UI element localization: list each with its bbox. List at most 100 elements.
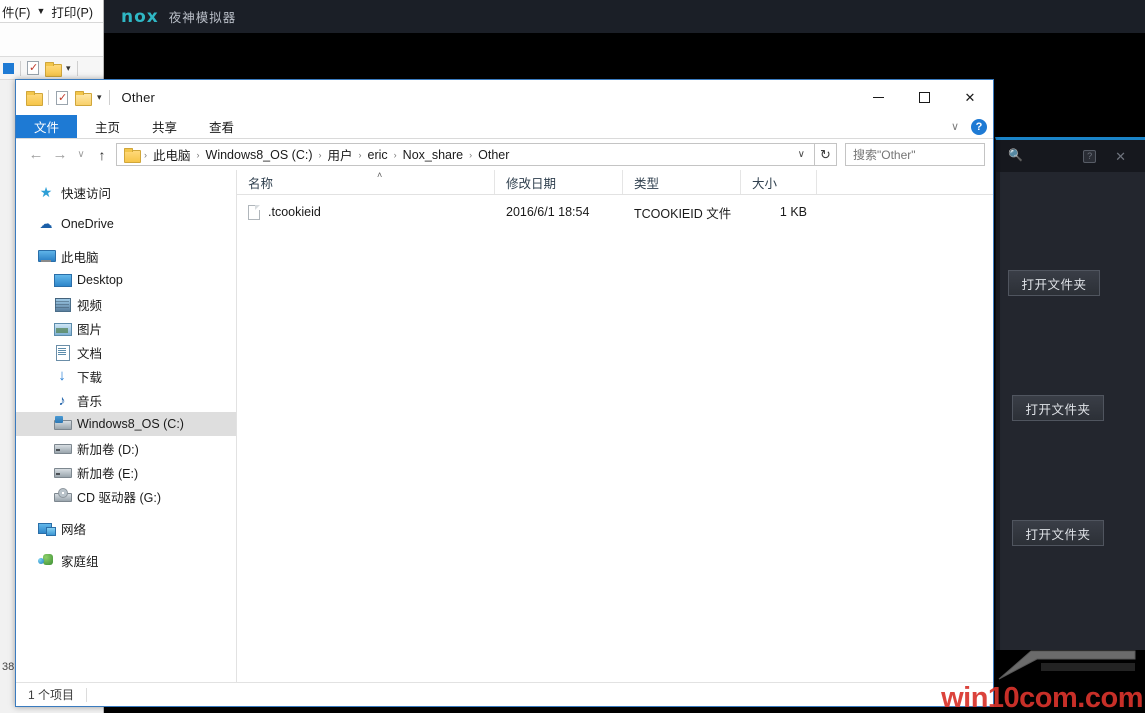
folder-icon [26,91,43,106]
breadcrumb[interactable]: › 此电脑 › Windows8_OS (C:) › 用户 › eric › N… [142,145,792,164]
expand-ribbon-icon[interactable]: ∨ [951,120,959,133]
chevron-down-icon[interactable]: ▼ [36,6,45,16]
sidebar-item-network[interactable]: 网络 [16,516,236,540]
column-header-name[interactable]: 名称 ˄ [237,170,495,194]
properties-icon[interactable] [27,61,39,75]
properties-icon[interactable] [56,90,68,105]
sidebar-item-label: 网络 [61,522,87,537]
breadcrumb-item-this-pc[interactable]: 此电脑 [149,145,195,164]
sidebar-item-label: 快速访问 [61,186,112,201]
cell-name[interactable]: .tcookieid [237,204,495,220]
ribbon-right-controls[interactable]: ∨ ? [951,115,987,138]
sidebar-item-windows8-os-c[interactable]: Windows8_OS (C:) [16,412,236,436]
new-folder-icon[interactable] [45,61,62,77]
back-button[interactable]: ← [24,143,48,167]
open-folder-button-3[interactable]: 打开文件夹 [1012,520,1104,546]
breadcrumb-bar[interactable]: › 此电脑 › Windows8_OS (C:) › 用户 › eric › N… [116,143,815,166]
sidebar-item-homegroup[interactable]: 家庭组 [16,548,236,572]
sidebar-item-pictures[interactable]: 图片 [16,316,236,340]
background-window-menubar[interactable]: 件(F) ▼ 打印(P) [0,0,103,22]
sidebar-item-cd-drive-g[interactable]: CD 驱动器 (G:) [16,484,236,508]
help-icon[interactable]: ? [1083,149,1097,163]
nox-side-panel[interactable]: ? ✕ 打开文件夹 打开文件夹 打开文件夹 [995,137,1145,650]
search-box[interactable]: 🔍 [845,143,1023,166]
sidebar-item-this-pc[interactable]: 此电脑 [16,244,236,268]
window-controls[interactable]: ✕ [855,80,993,115]
breadcrumb-separator-icon: › [196,149,200,160]
nox-panel-scrollbar[interactable] [996,172,1000,650]
new-folder-icon[interactable] [75,91,92,106]
sidebar-item-onedrive[interactable]: ☁ OneDrive [16,212,236,236]
file-rows[interactable]: .tcookieid 2016/6/1 18:54 TCOOKIEID 文件 1… [237,195,993,682]
maximize-button[interactable] [901,80,947,115]
search-icon[interactable]: 🔍 [1008,148,1023,162]
generic-file-icon [248,204,260,220]
document-icon [54,344,70,361]
screen-root: 件(F) ▼ 打印(P) ▾ 38 nox 夜神模拟器 ? ✕ [0,0,1145,713]
open-folder-button-1[interactable]: 打开文件夹 [1008,270,1100,296]
sidebar-item-label: CD 驱动器 (G:) [77,490,162,505]
address-dropdown-icon[interactable]: ∨ [792,149,811,160]
column-header-size[interactable]: 大小 [741,170,817,194]
column-header-date-modified[interactable]: 修改日期 [495,170,623,194]
breadcrumb-item-users[interactable]: 用户 [324,145,357,164]
tab-share[interactable]: 共享 [136,115,193,138]
sidebar-item-music[interactable]: ♪ 音乐 [16,388,236,412]
close-button[interactable]: ✕ [947,80,993,115]
forward-button[interactable]: → [48,143,72,167]
breadcrumb-item-other[interactable]: Other [474,148,513,162]
tab-file[interactable]: 文件 [16,115,78,138]
refresh-button[interactable]: ↻ [815,143,837,166]
explorer-body: ★ 快速访问 ☁ OneDrive 此电脑 Desktop 视频 图片 文档 ↓… [16,170,993,682]
breadcrumb-item-eric[interactable]: eric [364,148,392,162]
chevron-down-icon[interactable]: ▾ [97,92,102,103]
up-button[interactable]: ↑ [90,143,114,167]
background-menu-item-print[interactable]: 打印(P) [51,2,93,21]
tab-home[interactable]: 主页 [79,115,136,138]
nox-titlebar[interactable]: nox 夜神模拟器 [104,0,1145,33]
help-icon[interactable]: ? [971,118,987,135]
nox-title-label: 夜神模拟器 [168,11,237,25]
sidebar-item-videos[interactable]: 视频 [16,292,236,316]
cd-drive-icon [54,488,72,504]
column-headers[interactable]: 名称 ˄ 修改日期 类型 大小 [237,170,993,195]
item-count-label: 1 个项目 [28,688,75,702]
sidebar-item-volume-e[interactable]: 新加卷 (E:) [16,460,236,484]
column-header-type[interactable]: 类型 [623,170,741,194]
background-window-blank-area [0,23,103,56]
file-explorer-window[interactable]: ▾ Other ✕ 文件 主页 共享 查看 ∨ ? ← → [15,79,1023,707]
sidebar-item-volume-d[interactable]: 新加卷 (D:) [16,436,236,460]
close-icon[interactable]: ✕ [1115,150,1126,163]
background-window-toolbar[interactable]: ▾ [0,56,103,80]
background-menu-item-file[interactable]: 件(F) [2,2,30,21]
homegroup-icon [38,552,54,568]
status-bar: 1 个项目 [16,682,993,706]
ribbon-tabs[interactable]: 文件 主页 共享 查看 ∨ ? [16,115,993,138]
sidebar-item-label: 图片 [77,322,103,337]
explorer-titlebar[interactable]: ▾ Other ✕ [16,80,993,115]
address-bar[interactable]: ← → ∨ ↑ › 此电脑 › Windows8_OS (C:) › 用户 › … [16,139,1023,170]
file-list-pane[interactable]: 名称 ˄ 修改日期 类型 大小 .tcookieid 2016/6/1 18:5… [237,170,993,682]
sidebar-item-label: 视频 [77,298,103,313]
navigation-pane[interactable]: ★ 快速访问 ☁ OneDrive 此电脑 Desktop 视频 图片 文档 ↓… [16,170,237,682]
recent-locations-button[interactable]: ∨ [72,143,90,167]
nox-panel-body: 打开文件夹 打开文件夹 打开文件夹 [996,172,1145,650]
breadcrumb-item-nox-share[interactable]: Nox_share [399,148,467,162]
minimize-button[interactable] [855,80,901,115]
search-input[interactable] [853,147,1008,162]
sidebar-item-desktop[interactable]: Desktop [16,268,236,292]
breadcrumb-item-drive-c[interactable]: Windows8_OS (C:) [202,148,317,162]
sidebar-item-documents[interactable]: 文档 [16,340,236,364]
sidebar-item-quick-access[interactable]: ★ 快速访问 [16,180,236,204]
tab-view[interactable]: 查看 [193,115,250,138]
table-row[interactable]: .tcookieid 2016/6/1 18:54 TCOOKIEID 文件 1… [237,201,993,223]
sidebar-item-downloads[interactable]: ↓ 下载 [16,364,236,388]
divider [108,90,110,105]
quick-access-toolbar[interactable]: ▾ [16,90,110,106]
breadcrumb-separator-icon: › [144,149,147,160]
open-folder-button-2[interactable]: 打开文件夹 [1012,395,1104,421]
divider [76,60,78,76]
chevron-down-icon[interactable]: ▾ [66,63,71,74]
